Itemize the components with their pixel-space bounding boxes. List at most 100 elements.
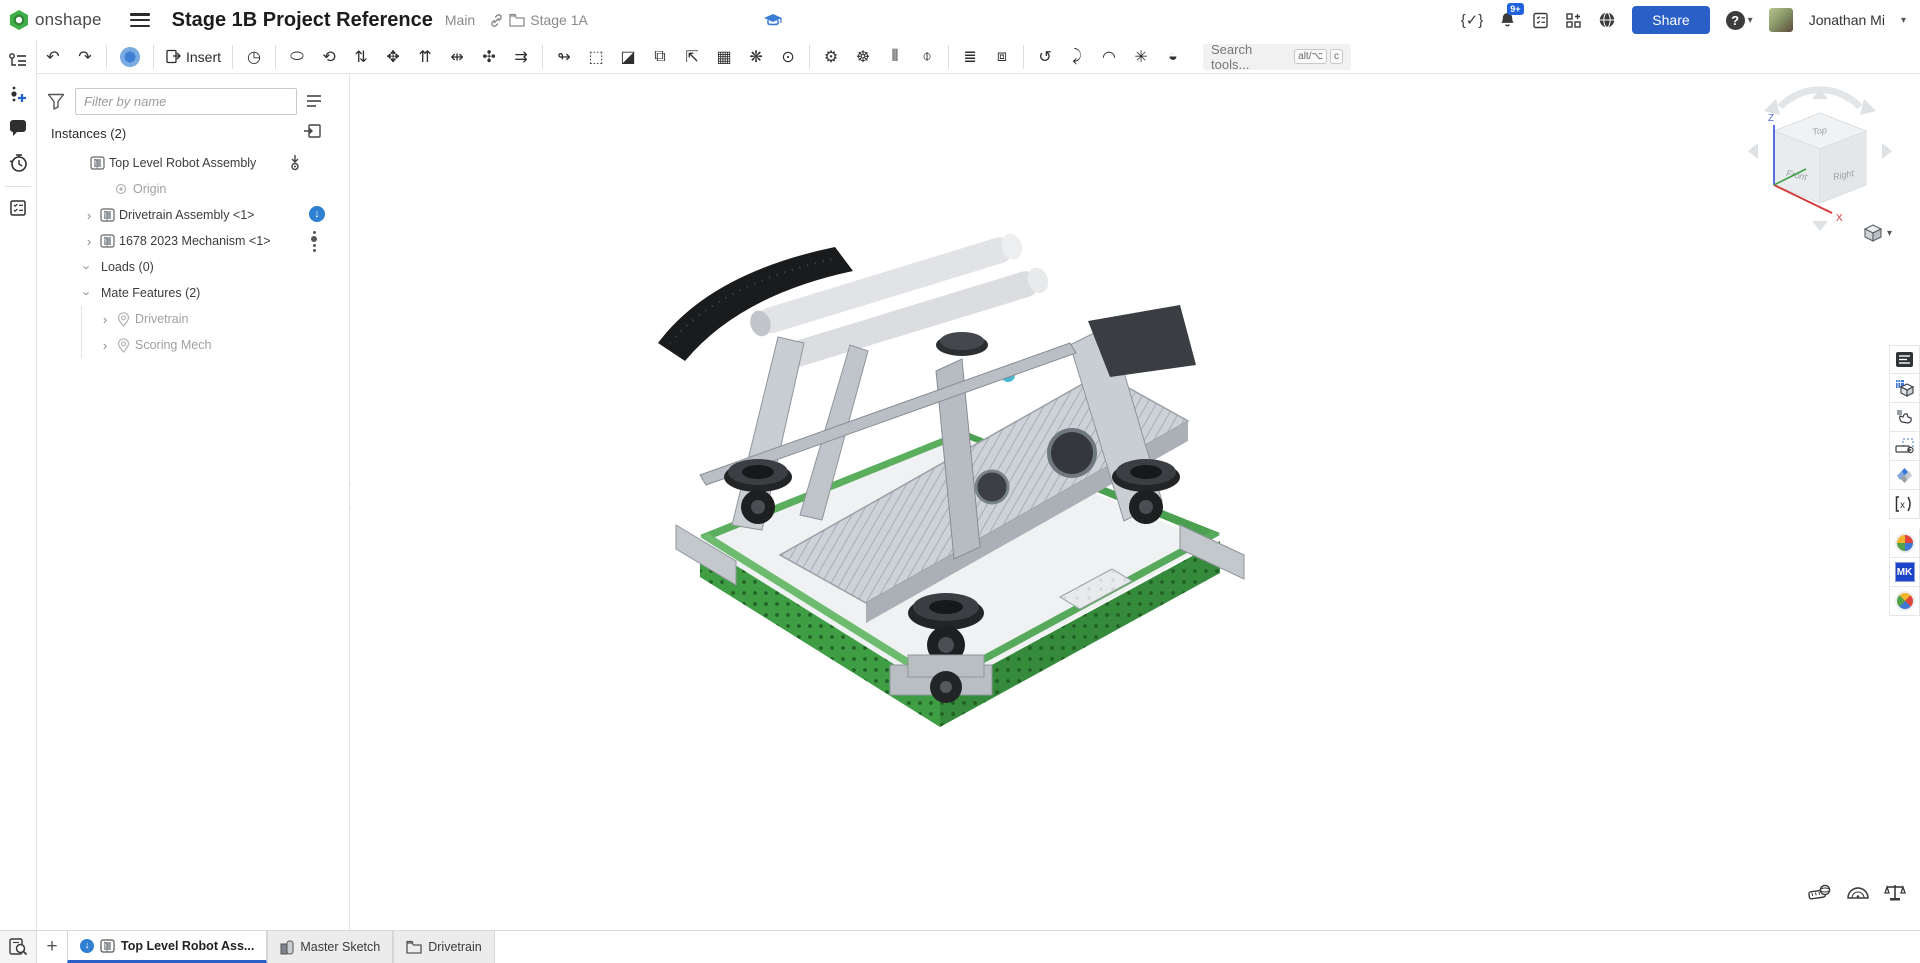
community-globe-icon[interactable]: [1598, 11, 1616, 29]
update-available-icon[interactable]: ↓: [309, 206, 325, 222]
marquee-select-icon[interactable]: ⬚: [583, 44, 609, 70]
display-mode-button[interactable]: ▾: [1863, 223, 1892, 243]
insert-panel-icon[interactable]: [303, 123, 322, 139]
assembly-tree-icon[interactable]: [5, 48, 31, 74]
expand-chevron-icon[interactable]: ›: [99, 338, 111, 353]
view-cube-top-label[interactable]: Top: [1812, 125, 1828, 137]
mate-add-icon[interactable]: [5, 82, 31, 108]
search-tools-box[interactable]: Search tools... alt/⌥ c: [1203, 44, 1351, 70]
tree-row-mate-features[interactable]: › Mate Features (2): [37, 280, 349, 306]
collapse-chevron-icon[interactable]: ›: [80, 287, 95, 299]
expand-chevron-icon[interactable]: ›: [99, 312, 111, 327]
in-context-edit-icon[interactable]: ◪: [615, 44, 641, 70]
filter-icon[interactable]: [47, 93, 65, 110]
named-views-icon[interactable]: ⧈: [989, 44, 1015, 70]
tree-row-1678-mechanism[interactable]: › 1678 2023 Mechanism <1>: [37, 228, 349, 254]
tree-row-mate-drivetrain[interactable]: › Drivetrain: [37, 306, 349, 332]
user-name[interactable]: Jonathan Mi: [1809, 12, 1885, 28]
tab-drivetrain[interactable]: Drivetrain: [393, 931, 495, 963]
mate-icon[interactable]: ◷: [241, 44, 267, 70]
transform-icon[interactable]: ⇱: [679, 44, 705, 70]
view-cube[interactable]: Top Front Right Z X: [1740, 85, 1900, 235]
app-frames-icon[interactable]: [1889, 461, 1920, 490]
main-menu-icon[interactable]: [130, 13, 150, 27]
add-tab-button[interactable]: +: [37, 931, 67, 963]
revolute-mate-icon[interactable]: ⟲: [316, 44, 342, 70]
notifications-bell-icon[interactable]: 9+: [1499, 11, 1516, 29]
parallel-mate-icon[interactable]: ⇉: [508, 44, 534, 70]
list-options-icon[interactable]: [305, 93, 323, 109]
tree-row-top-level-assembly[interactable]: Top Level Robot Assembly: [37, 150, 349, 176]
learning-center-icon[interactable]: [763, 13, 783, 28]
rotate-down-arrow[interactable]: [1812, 221, 1828, 231]
release-tasks-icon[interactable]: [1532, 12, 1549, 29]
tree-row-drivetrain-assembly[interactable]: › Drivetrain Assembly <1> ↓: [37, 202, 349, 228]
circular-pattern-icon[interactable]: ❋: [743, 44, 769, 70]
planar-mate-icon[interactable]: ✥: [380, 44, 406, 70]
screw-relation-icon[interactable]: ⌽: [914, 44, 940, 70]
comments-icon[interactable]: [5, 116, 31, 142]
mass-properties-icon[interactable]: [1884, 883, 1906, 902]
redo-icon[interactable]: ↷: [72, 44, 98, 70]
app-color-wheel-icon[interactable]: [1889, 529, 1920, 558]
collapse-chevron-icon[interactable]: ›: [80, 261, 95, 273]
view-cube-body[interactable]: Top Front Right: [1774, 113, 1866, 203]
user-avatar[interactable]: [1769, 8, 1793, 32]
rack-pinion-relation-icon[interactable]: ☸: [850, 44, 876, 70]
app-mk-icon[interactable]: MK: [1889, 558, 1920, 587]
rotate-left-arrow[interactable]: [1748, 143, 1758, 159]
expand-chevron-icon[interactable]: ›: [83, 234, 95, 249]
tab-manager-button[interactable]: [0, 931, 37, 963]
app-x-wheel-icon[interactable]: [1889, 587, 1920, 616]
insert-button[interactable]: Insert: [159, 45, 227, 68]
share-button[interactable]: Share: [1632, 6, 1709, 34]
tree-row-mate-scoring-mech[interactable]: › Scoring Mech: [37, 332, 349, 358]
pin-slot-mate-icon[interactable]: ⇹: [444, 44, 470, 70]
tab-top-level-robot-assembly[interactable]: ↓ Top Level Robot Ass...: [67, 931, 267, 963]
history-icon[interactable]: [5, 150, 31, 176]
tangent-mate-icon[interactable]: ↬: [551, 44, 577, 70]
workspace-name[interactable]: Main: [445, 12, 475, 28]
filter-input[interactable]: [75, 88, 297, 115]
expand-chevron-icon[interactable]: ›: [83, 208, 95, 223]
ball-mate-icon[interactable]: ✣: [476, 44, 502, 70]
featurescript-icon[interactable]: {✓}: [1461, 11, 1484, 29]
rotate-right-arrow[interactable]: [1882, 143, 1892, 159]
snapshot-icon[interactable]: ⊙: [775, 44, 801, 70]
turn-view-icon[interactable]: ◠: [1096, 44, 1122, 70]
onshape-logo[interactable]: onshape: [8, 9, 102, 31]
tab-master-sketch[interactable]: Master Sketch: [267, 931, 393, 963]
drawing-dimensions-icon[interactable]: [1889, 432, 1920, 461]
version-dots-icon[interactable]: [311, 231, 317, 252]
section-view-icon[interactable]: ◒: [1160, 44, 1186, 70]
rotate-view-icon[interactable]: ↺: [1032, 44, 1058, 70]
snap-mode-icon[interactable]: [120, 47, 140, 67]
protractor-icon[interactable]: [1846, 883, 1870, 902]
app-store-icon[interactable]: [1565, 12, 1582, 29]
user-menu-caret-icon[interactable]: ▾: [1901, 15, 1906, 26]
slider-mate-icon[interactable]: ⇅: [348, 44, 374, 70]
graphics-canvas[interactable]: Top Front Right Z X ▾: [351, 75, 1920, 930]
fastened-mate-icon[interactable]: ⬭: [284, 44, 310, 70]
help-menu[interactable]: ? ▾: [1726, 11, 1753, 30]
belt-relation-icon[interactable]: ⫴: [882, 44, 908, 70]
gear-relation-icon[interactable]: ⚙: [818, 44, 844, 70]
cylindrical-mate-icon[interactable]: ⇈: [412, 44, 438, 70]
replicate-icon[interactable]: ⧉: [647, 44, 673, 70]
breadcrumb[interactable]: Stage 1A: [489, 12, 588, 28]
checklist-icon[interactable]: [5, 195, 31, 221]
measure-tape-icon[interactable]: [1808, 883, 1832, 902]
orbit-view-icon[interactable]: ⤸: [1064, 44, 1090, 70]
linear-pattern-icon[interactable]: ▦: [711, 44, 737, 70]
undo-icon[interactable]: ↶: [40, 44, 66, 70]
fixed-indicator-icon[interactable]: [289, 154, 301, 171]
bom-panel-icon[interactable]: [1889, 345, 1920, 374]
tree-row-origin[interactable]: Origin: [37, 176, 349, 202]
bill-of-materials-icon[interactable]: ≣: [957, 44, 983, 70]
exploded-views-icon[interactable]: [1889, 374, 1920, 403]
explode-view-icon[interactable]: ✳: [1128, 44, 1154, 70]
variable-studio-icon[interactable]: x: [1889, 490, 1920, 519]
robot-assembly-model[interactable]: [640, 225, 1540, 885]
snapshots-icon[interactable]: [1889, 403, 1920, 432]
tree-row-loads[interactable]: › Loads (0): [37, 254, 349, 280]
